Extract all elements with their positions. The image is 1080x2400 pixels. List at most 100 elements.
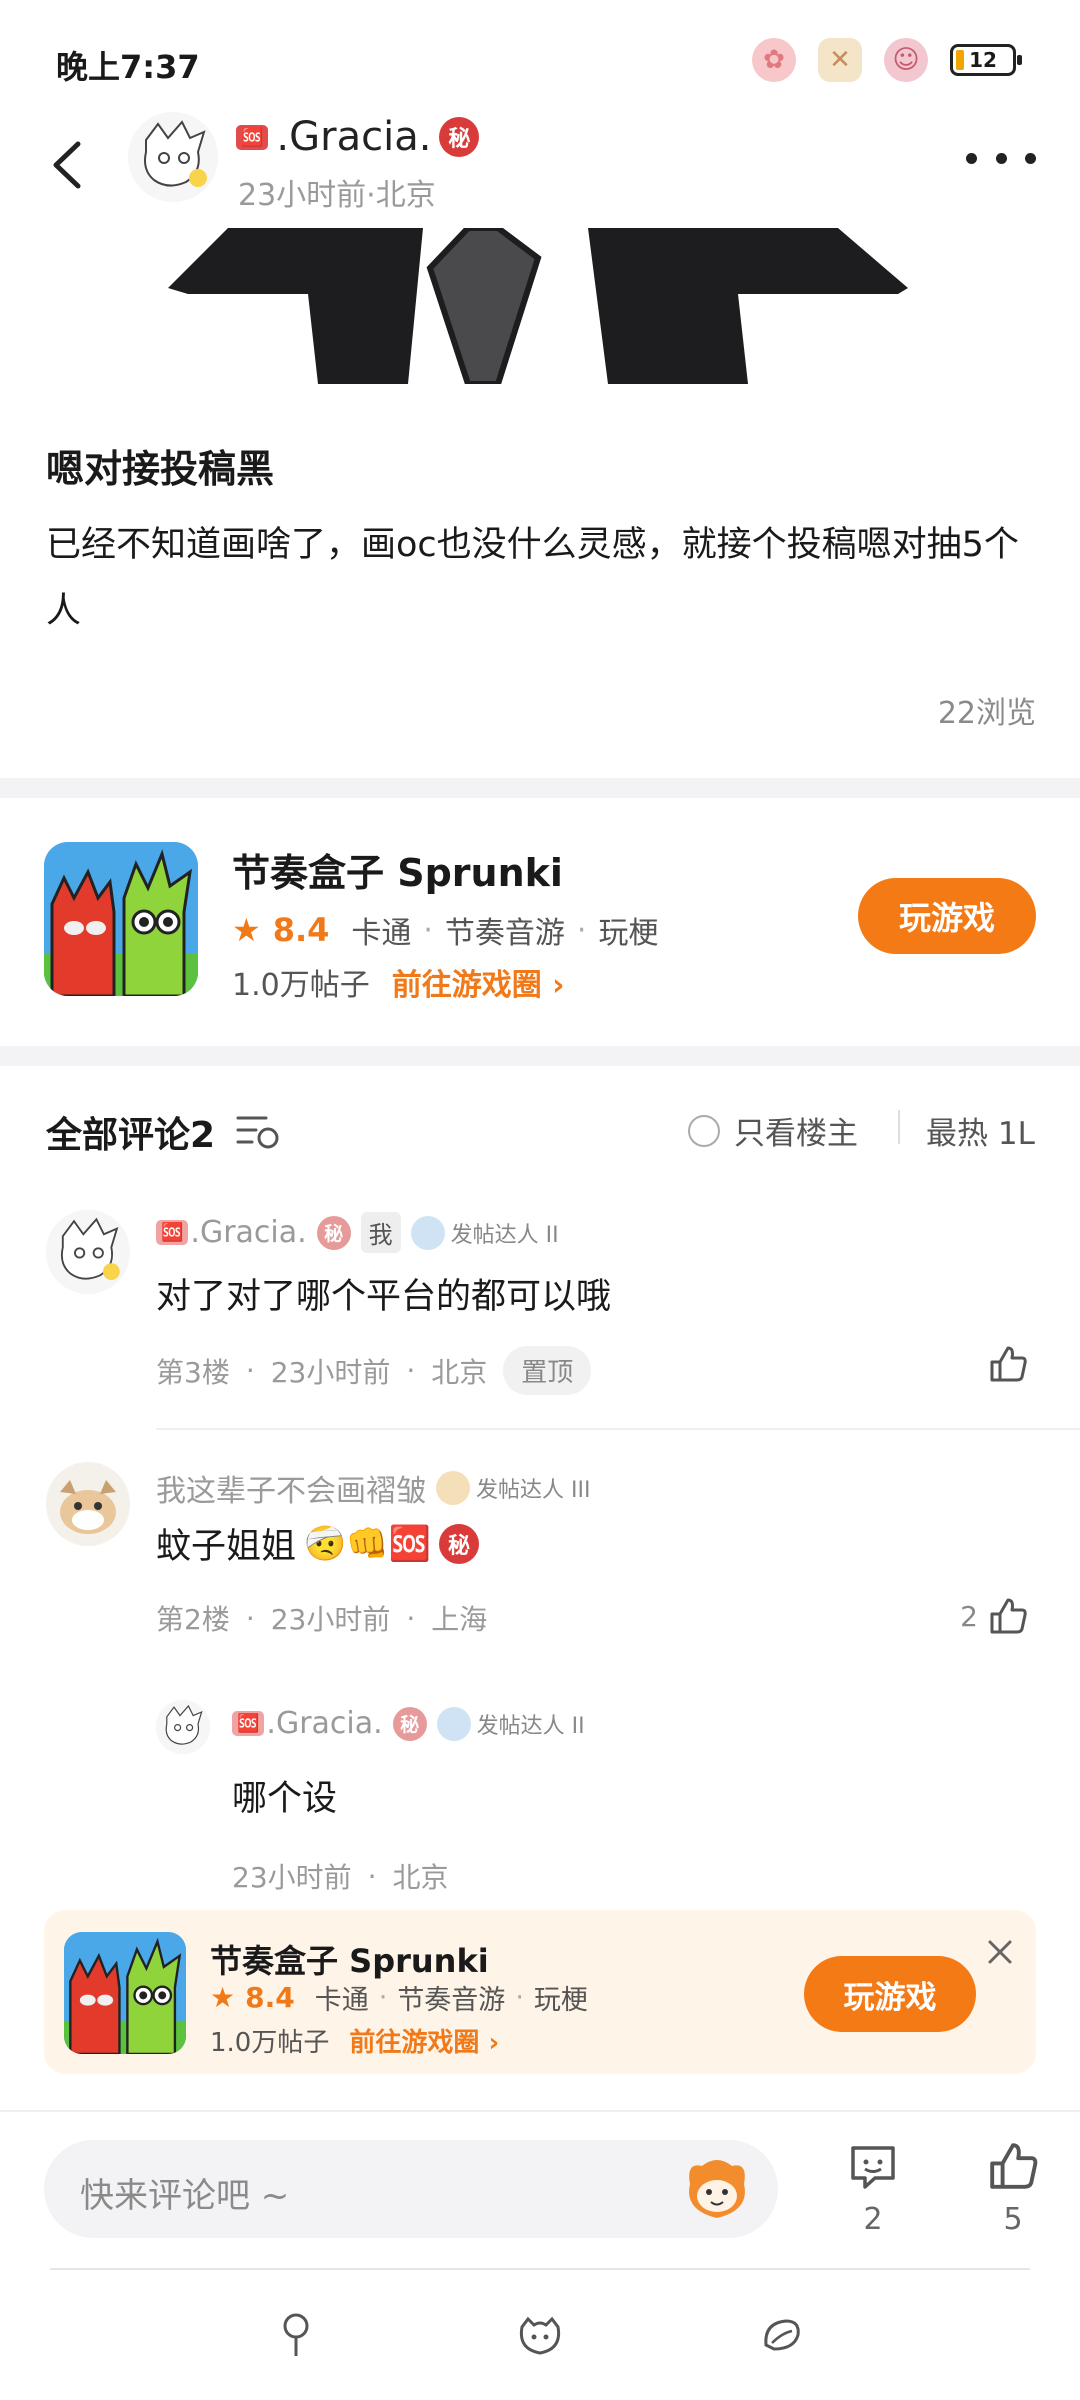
thumbs-up-icon [990, 1598, 1027, 1634]
commenter-name[interactable]: 我这辈子不会画褶皱 [156, 1466, 426, 1510]
nav-divider [50, 2268, 1030, 2270]
game-tag: 节奏音游 [444, 916, 565, 951]
game-name[interactable]: 节奏盒子 Sprunki [232, 842, 563, 897]
section-divider [0, 1046, 1080, 1066]
sort-dropdown[interactable]: 最热 1L [926, 1108, 1035, 1153]
thumbs-up-icon [990, 1346, 1027, 1382]
filter-icon[interactable] [236, 1112, 280, 1156]
back-button[interactable] [40, 130, 94, 200]
replier-name[interactable]: .Gracia. [266, 1706, 382, 1741]
chevron-right-icon: › [488, 2028, 500, 2058]
view-count: 22浏览 [937, 696, 1036, 731]
secret-badge: 秘 [316, 1215, 351, 1250]
nav-face-icon[interactable] [510, 2310, 570, 2360]
sos-badge: 🆘 [232, 1711, 265, 1736]
nav-lollipop-icon[interactable] [266, 2310, 326, 2360]
game-card[interactable]: 节奏盒子 Sprunki ★ 8.4 卡通 · 节奏音游 · 玩梗 1.0万帖子… [0, 812, 1080, 1042]
game-rating: 8.4 [245, 1981, 295, 2014]
comments-button[interactable]: 2 [828, 2140, 918, 2237]
only-op-toggle[interactable]: 只看楼主 [688, 1108, 858, 1153]
more-options-button[interactable] [966, 138, 1036, 178]
comment-time: 23小时前 [270, 1355, 391, 1389]
me-tag: 我 [360, 1212, 401, 1253]
comment-text-body: 蚊子姐姐 [156, 1527, 297, 1567]
sos-badge: 🆘 [236, 124, 269, 150]
game-circle-link-label: 前往游戏圈 [349, 2028, 480, 2058]
reply-time: 23小时前 [232, 1861, 352, 1894]
comment-input[interactable]: 快来评论吧 ~ [44, 2140, 778, 2238]
commenter-avatar[interactable] [46, 1210, 130, 1294]
section-divider [0, 778, 1080, 798]
meta-dot: · [245, 1354, 255, 1387]
comment-emojis: 🤕👊🆘 [304, 1523, 432, 1564]
game-posts-row: 1.0万帖子 前往游戏圈 › [210, 2022, 499, 2059]
comment-like-button[interactable] [988, 1344, 1028, 1384]
like-count: 5 [1003, 2202, 1023, 2237]
chevron-right-icon: › [552, 968, 565, 1003]
game-icon[interactable] [64, 1932, 186, 2054]
game-tag: 节奏音游 [397, 1985, 506, 2016]
level-badge-icon [410, 1215, 445, 1250]
close-banner-button[interactable] [982, 1934, 1018, 1970]
commenter-name-row: 🆘 .Gracia. 秘 我 发帖达人 II [156, 1212, 559, 1253]
sos-badge: 🆘 [156, 1220, 189, 1245]
game-icon[interactable] [44, 842, 198, 996]
author-name[interactable]: 🆘 .Gracia. 秘 [236, 114, 480, 160]
tag-separator: · [576, 912, 587, 948]
meta-dot: · [245, 1601, 255, 1635]
only-op-label: 只看楼主 [734, 1116, 858, 1152]
commenter-name[interactable]: .Gracia. [190, 1215, 306, 1250]
like-button[interactable]: 5 [968, 2140, 1058, 2237]
nav-leaf-icon[interactable] [752, 2310, 812, 2360]
commenter-avatar[interactable] [46, 1462, 130, 1546]
sprunki-icon [44, 842, 198, 996]
comment-like-button[interactable]: 2 [960, 1596, 1028, 1636]
game-rating: 8.4 [272, 911, 330, 949]
comment-bubble-icon [851, 2146, 895, 2189]
comment-like-count: 2 [960, 1599, 978, 1633]
game-circle-link[interactable]: 前往游戏圈 › [349, 2022, 499, 2059]
tag-separator: · [378, 1982, 388, 2013]
mascot-emoji-icon[interactable] [680, 2154, 754, 2224]
radio-icon [688, 1114, 720, 1147]
comment-item: 🆘 .Gracia. 秘 我 发帖达人 II 对了对了哪个平台的都可以哦 第3楼… [0, 1200, 1080, 1420]
comment-text: 蚊子姐姐 🤕👊🆘 秘 [156, 1518, 480, 1569]
game-post-count: 1.0万帖子 [232, 968, 370, 1003]
author-name-text: .Gracia. [276, 114, 432, 160]
comment-text: 对了对了哪个平台的都可以哦 [156, 1277, 612, 1317]
comment-location: 北京 [431, 1355, 488, 1389]
meta-dot: · [406, 1601, 416, 1635]
comment-floor: 第3楼 [156, 1355, 230, 1389]
star-icon: ★ [210, 1981, 236, 2014]
commenter-name-row: 我这辈子不会画褶皱 发帖达人 III [156, 1466, 590, 1510]
drawing-crop-image [168, 228, 908, 384]
game-circle-link[interactable]: 前往游戏圈 › [392, 960, 565, 1004]
dog-avatar-icon [46, 1462, 130, 1546]
play-game-button[interactable]: 玩游戏 [858, 878, 1036, 954]
game-circle-link-label: 前往游戏圈 [391, 968, 542, 1003]
level-badge-icon [436, 1471, 470, 1505]
meta-dot: · [406, 1354, 416, 1387]
floating-game-banner[interactable]: 节奏盒子 Sprunki ★ 8.4 卡通 · 节奏音游 · 玩梗 1.0万帖子… [44, 1910, 1036, 2074]
level-badge-icon [436, 1706, 471, 1741]
replier-avatar[interactable] [156, 1700, 210, 1754]
game-tag: 卡通 [314, 1985, 369, 2016]
comment-time: 23小时前 [270, 1603, 391, 1636]
author-avatar[interactable] [128, 112, 218, 202]
bunny-icon: ☺ [884, 38, 928, 82]
comment-count: 2 [863, 2202, 883, 2237]
game-name[interactable]: 节奏盒子 Sprunki [210, 1936, 489, 1982]
avatar-drawing-icon [46, 1210, 130, 1294]
level-label: 发帖达人 II [476, 1713, 585, 1739]
comment-meta: 第3楼 · 23小时前 · 北京 置顶 [156, 1346, 592, 1395]
play-game-button[interactable]: 玩游戏 [804, 1956, 976, 2032]
star-icon: ★ [232, 911, 261, 949]
thumbs-up-icon [990, 2143, 1038, 2189]
game-tag: 卡通 [351, 916, 412, 951]
level-label: 发帖达人 III [476, 1478, 591, 1503]
post-body: 已经不知道画啥了，画oc也没什么灵感，就接个投稿嗯对抽5个人 [46, 525, 1019, 631]
post-image[interactable] [168, 228, 908, 384]
comments-header: 全部评论2 只看楼主 最热 1L [0, 1100, 1080, 1160]
comment-placeholder: 快来评论吧 ~ [80, 2176, 290, 2216]
comment-meta: 第2楼 · 23小时前 · 上海 [156, 1598, 487, 1638]
